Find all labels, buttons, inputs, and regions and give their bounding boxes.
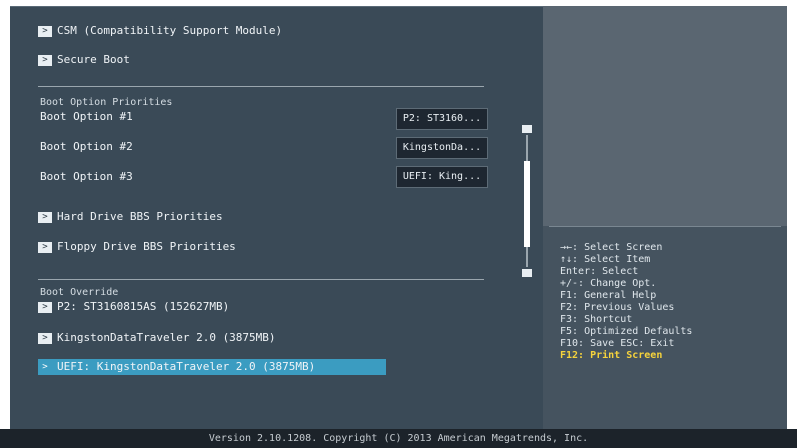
scrollbar[interactable] xyxy=(521,125,533,277)
chevron-right-icon: > xyxy=(38,361,52,373)
divider xyxy=(38,86,484,87)
chevron-right-icon: > xyxy=(38,211,52,223)
help-line: Enter: Select xyxy=(560,266,639,277)
help-line: →←: Select Screen xyxy=(560,242,663,253)
boot-option-2-label: Boot Option #2 xyxy=(40,140,133,153)
help-line: ↑↓: Select Item xyxy=(560,254,651,265)
help-line: F1: General Help xyxy=(560,290,657,301)
help-line: F10: Save ESC: Exit xyxy=(560,338,675,349)
help-line: F3: Shortcut xyxy=(560,314,633,325)
boot-override-label: P2: ST3160815AS (152627MB) xyxy=(57,300,230,313)
boot-override-item[interactable]: > P2: ST3160815AS (152627MB) xyxy=(38,299,229,315)
boot-override-item[interactable]: > KingstonDataTraveler 2.0 (3875MB) xyxy=(38,330,276,346)
help-line-print-screen: F12: Print Screen xyxy=(560,350,663,361)
scroll-up-icon[interactable] xyxy=(522,125,532,133)
csm-label: CSM (Compatibility Support Module) xyxy=(57,24,283,37)
scroll-thumb[interactable] xyxy=(524,161,530,247)
help-line: F5: Optimized Defaults xyxy=(560,326,693,337)
boot-option-1-select[interactable]: P2: ST3160... xyxy=(396,108,488,130)
help-line: +/-: Change Opt. xyxy=(560,278,657,289)
help-line: F2: Previous Values xyxy=(560,302,675,313)
boot-option-3-label: Boot Option #3 xyxy=(40,170,133,183)
boot-option-3-select[interactable]: UEFI: King... xyxy=(396,166,488,188)
boot-priorities-title: Boot Option Priorities xyxy=(40,97,173,108)
chevron-right-icon: > xyxy=(38,301,52,313)
boot-override-label: KingstonDataTraveler 2.0 (3875MB) xyxy=(57,331,276,344)
chevron-right-icon: > xyxy=(38,332,52,344)
boot-option-1-label: Boot Option #1 xyxy=(40,110,133,123)
boot-override-title: Boot Override xyxy=(40,287,119,298)
help-divider xyxy=(549,226,781,227)
hdd-bbs-label: Hard Drive BBS Priorities xyxy=(57,210,223,223)
chevron-right-icon: > xyxy=(38,25,52,37)
chevron-right-icon: > xyxy=(38,241,52,253)
secure-boot-submenu[interactable]: > Secure Boot xyxy=(38,52,130,68)
csm-submenu[interactable]: > CSM (Compatibility Support Module) xyxy=(38,23,282,39)
boot-override-item-selected[interactable]: > UEFI: KingstonDataTraveler 2.0 (3875MB) xyxy=(38,359,315,375)
boot-override-label: UEFI: KingstonDataTraveler 2.0 (3875MB) xyxy=(57,360,316,373)
fdd-bbs-label: Floppy Drive BBS Priorities xyxy=(57,240,236,253)
version-footer: Version 2.10.1208. Copyright (C) 2013 Am… xyxy=(0,429,797,448)
secure-boot-label: Secure Boot xyxy=(57,53,130,66)
chevron-right-icon: > xyxy=(38,54,52,66)
item-help-area xyxy=(543,6,787,226)
bios-window: > CSM (Compatibility Support Module) > Sec… xyxy=(0,0,797,448)
boot-option-2-select[interactable]: KingstonDa... xyxy=(396,137,488,159)
hdd-bbs-submenu[interactable]: > Hard Drive BBS Priorities xyxy=(38,209,223,225)
help-panel xyxy=(543,6,787,429)
scroll-down-icon[interactable] xyxy=(522,269,532,277)
divider xyxy=(38,279,484,280)
fdd-bbs-submenu[interactable]: > Floppy Drive BBS Priorities xyxy=(38,239,236,255)
